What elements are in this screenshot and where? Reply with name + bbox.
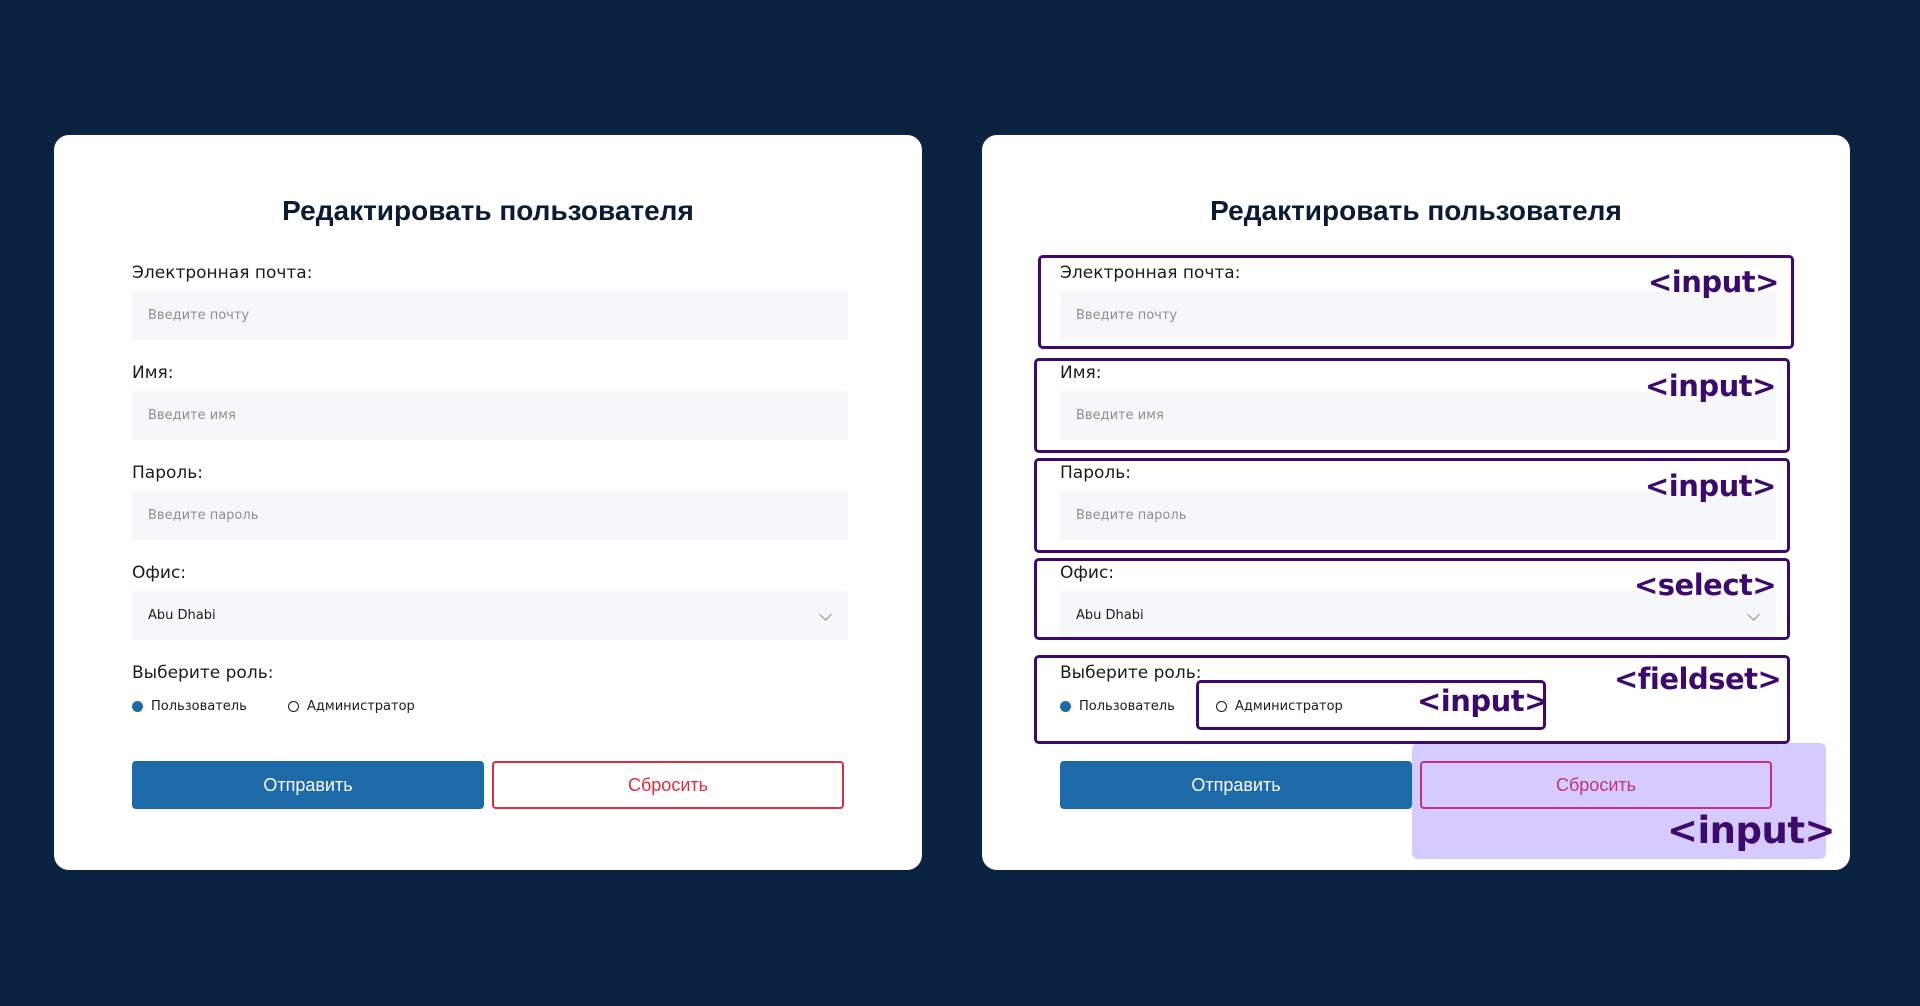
role-radio-admin[interactable]: Администратор [1216, 699, 1343, 714]
name-label: Имя: [1060, 363, 1102, 383]
role-label: Выберите роль: [1060, 663, 1202, 683]
office-select[interactable]: Abu Dhabi [132, 591, 848, 640]
email-input[interactable]: Введите почту [132, 291, 848, 340]
radio-unchecked-icon [1216, 701, 1227, 712]
role-user-label: Пользователь [1079, 699, 1175, 714]
input-tag-email: <input> [1648, 265, 1779, 299]
radio-checked-icon [1060, 701, 1071, 712]
office-label: Офис: [132, 563, 187, 583]
role-admin-label: Администратор [1235, 699, 1343, 714]
form-title: Редактировать пользователя [1210, 195, 1622, 226]
reset-button[interactable]: Сбросить [492, 761, 844, 809]
role-admin-label: Администратор [307, 699, 415, 714]
password-label: Пароль: [1060, 463, 1132, 483]
role-radio-user[interactable]: Пользователь [132, 699, 247, 714]
edit-user-form-annotated: Редактировать пользователя Электронная п… [982, 135, 1850, 870]
password-input[interactable]: Введите пароль [132, 491, 848, 540]
chevron-down-icon [819, 608, 832, 621]
chevron-down-icon [1747, 608, 1760, 621]
password-label: Пароль: [132, 463, 204, 483]
office-select-value: Abu Dhabi [1076, 608, 1144, 623]
email-label: Электронная почта: [1060, 263, 1241, 283]
input-tag-reset: <input> [1667, 809, 1836, 852]
input-tag-admin: <input> [1417, 684, 1548, 718]
email-label: Электронная почта: [132, 263, 313, 283]
office-label: Офис: [1060, 563, 1115, 583]
role-label: Выберите роль: [132, 663, 274, 683]
submit-button[interactable]: Отправить [1060, 761, 1412, 809]
role-radio-user[interactable]: Пользователь [1060, 699, 1175, 714]
reset-button[interactable]: Сбросить [1420, 761, 1772, 809]
role-user-label: Пользователь [151, 699, 247, 714]
fieldset-tag-role: <fieldset> [1614, 662, 1782, 696]
office-select-value: Abu Dhabi [148, 608, 216, 623]
name-label: Имя: [132, 363, 174, 383]
radio-unchecked-icon [288, 701, 299, 712]
submit-button[interactable]: Отправить [132, 761, 484, 809]
radio-checked-icon [132, 701, 143, 712]
select-tag-office: <select> [1634, 568, 1777, 602]
form-title: Редактировать пользователя [282, 195, 694, 226]
input-tag-name: <input> [1645, 369, 1776, 403]
role-radio-admin[interactable]: Администратор [288, 699, 415, 714]
name-input[interactable]: Введите имя [132, 391, 848, 440]
edit-user-form-plain: Редактировать пользователя Электронная п… [54, 135, 922, 870]
input-tag-password: <input> [1645, 469, 1776, 503]
